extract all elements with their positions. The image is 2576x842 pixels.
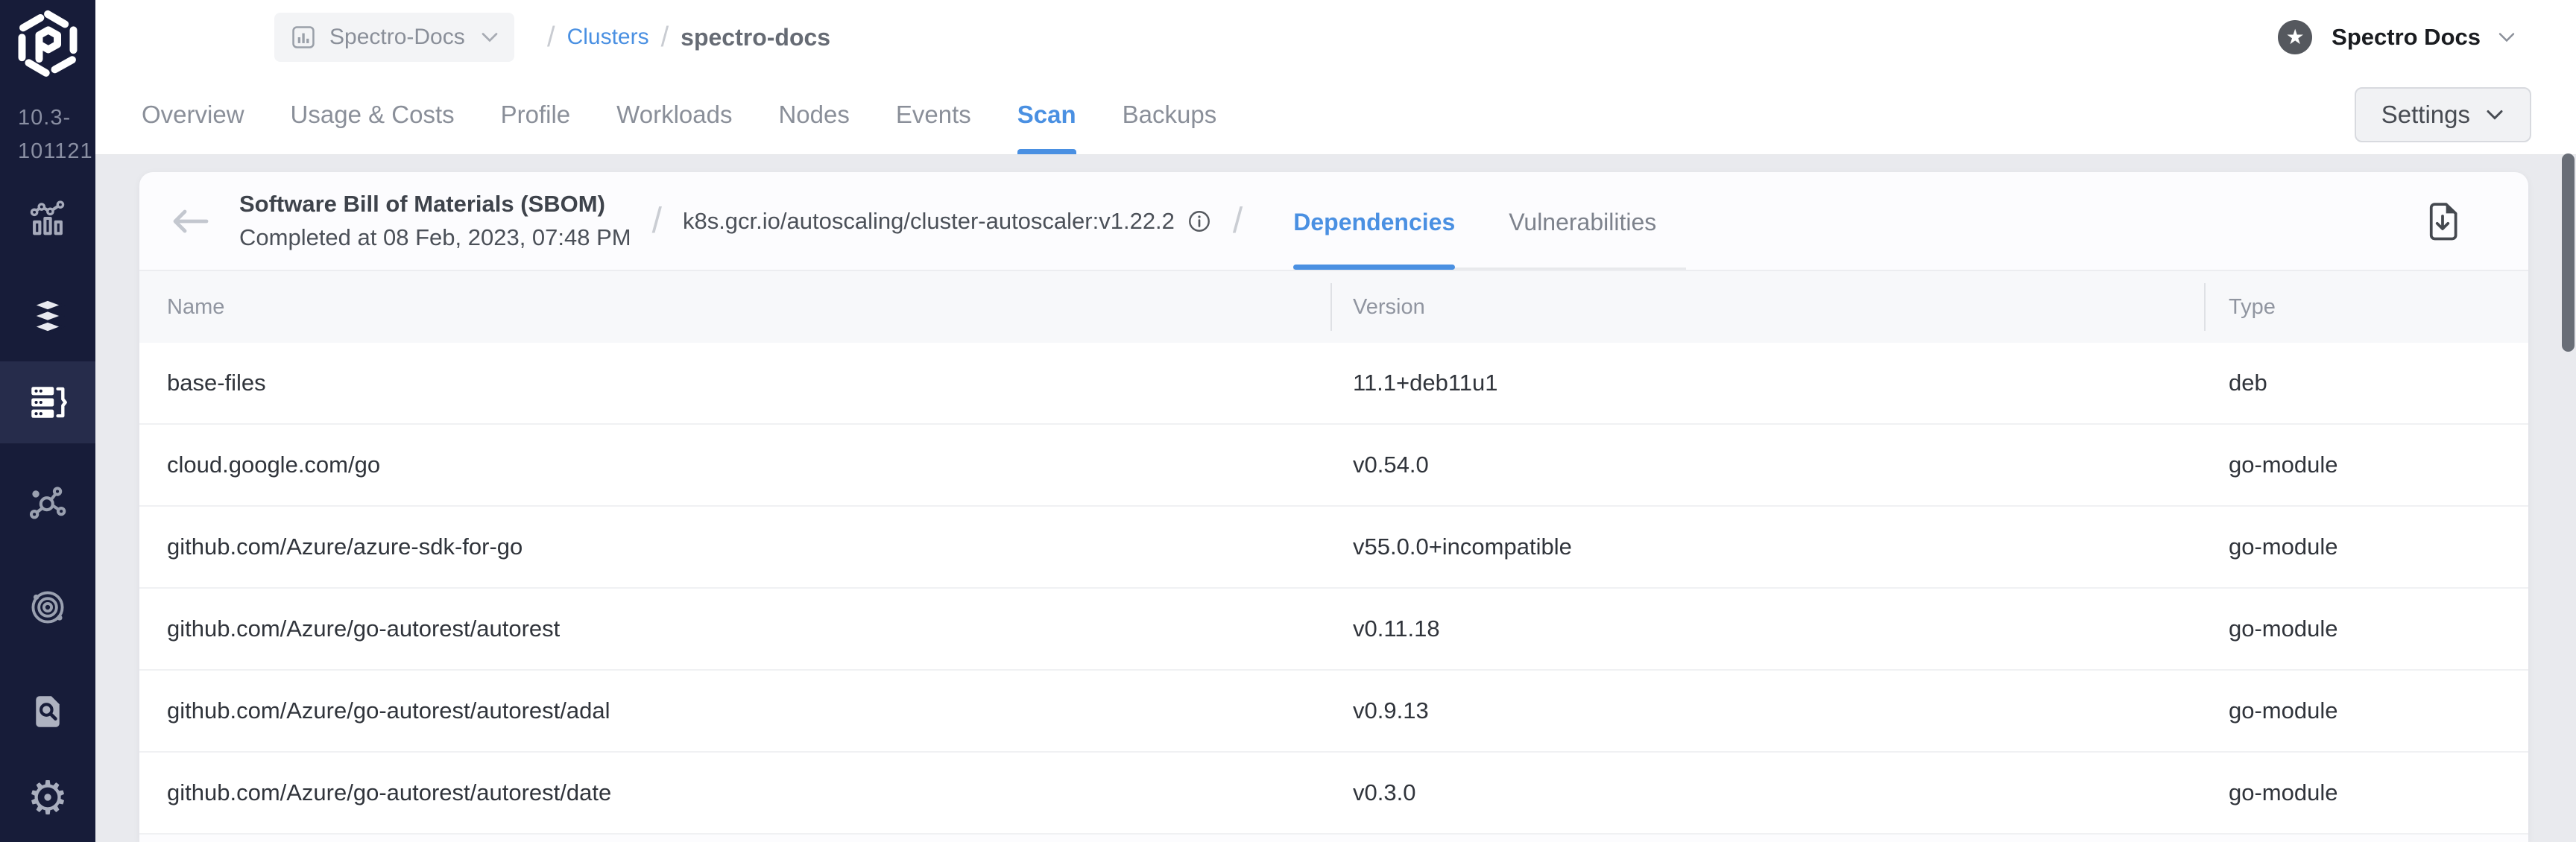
star-icon: ★: [2285, 25, 2305, 49]
image-reference: k8s.gcr.io/autoscaling/cluster-autoscale…: [683, 208, 1212, 235]
header-separator: /: [1232, 201, 1243, 241]
dependency-version: v0.54.0: [1353, 452, 1429, 478]
palette-version: 10.3- 101121: [18, 106, 93, 163]
dependency-name: base-files: [167, 370, 266, 396]
project-selector[interactable]: Spectro-Docs: [274, 13, 514, 62]
sbom-title: Software Bill of Materials (SBOM): [239, 190, 605, 217]
download-report-icon[interactable]: [2425, 201, 2460, 241]
breadcrumb-current-cluster: spectro-docs: [681, 23, 831, 51]
sbom-card: Software Bill of Materials (SBOM) Comple…: [139, 172, 2528, 842]
sidebar: 10.3- 101121 ⚙: [0, 0, 95, 842]
column-header-type: Type: [2204, 271, 2528, 343]
tab-overview[interactable]: Overview: [142, 75, 244, 154]
orbit-icon: [31, 591, 64, 624]
topbar: Spectro-Docs / Clusters / spectro-docs ★…: [95, 0, 2576, 75]
sidebar-item-registries[interactable]: [0, 566, 95, 648]
tab-events[interactable]: Events: [896, 75, 971, 154]
table-header: Name Version Type: [139, 271, 2528, 343]
breadcrumb-separator: /: [660, 21, 669, 53]
network-nodes-icon: [29, 487, 66, 519]
gear-icon: ⚙: [27, 770, 69, 825]
avatar: ★: [2278, 20, 2313, 54]
table-row[interactable]: github.com/Azure/go-autorest/autorest v0…: [139, 589, 2528, 671]
vertical-scrollbar-thumb[interactable]: [2562, 153, 2575, 352]
dependency-type: go-module: [2229, 615, 2338, 642]
dependency-version: 11.1+deb11u1: [1353, 370, 1498, 396]
tab-backups[interactable]: Backups: [1123, 75, 1217, 154]
sidebar-item-profiles[interactable]: [0, 276, 95, 358]
sidebar-item-settings[interactable]: ⚙: [0, 757, 95, 839]
project-selector-label: Spectro-Docs: [329, 25, 465, 49]
dependency-type: go-module: [2229, 779, 2338, 805]
tab-profile[interactable]: Profile: [501, 75, 571, 154]
tenant-menu[interactable]: ★ Spectro Docs: [2278, 20, 2516, 54]
breadcrumb-separator: /: [547, 21, 555, 53]
sbom-card-header: Software Bill of Materials (SBOM) Comple…: [139, 172, 2528, 271]
table-row[interactable]: github.com/Azure/azure-sdk-for-go v55.0.…: [139, 507, 2528, 589]
dependency-name: github.com/Azure/go-autorest/autorest/da…: [167, 779, 612, 805]
dependency-version: v0.3.0: [1353, 779, 1416, 805]
table-body: base-files 11.1+deb11u1 deb cloud.google…: [139, 343, 2528, 835]
dependency-type: deb: [2229, 370, 2267, 396]
sbom-completed-at: Completed at 08 Feb, 2023, 07:48 PM: [239, 224, 631, 250]
tenant-menu-label: Spectro Docs: [2332, 24, 2481, 50]
dependency-version: v55.0.0+incompatible: [1353, 534, 1572, 560]
cluster-tabbar: Overview Usage & Costs Profile Workloads…: [95, 75, 2576, 155]
column-header-name: Name: [167, 294, 225, 319]
cluster-tabs: Overview Usage & Costs Profile Workloads…: [142, 75, 1216, 154]
chevron-down-icon: [2487, 110, 2503, 120]
tab-usage-costs[interactable]: Usage & Costs: [291, 75, 455, 154]
sbom-title-block: Software Bill of Materials (SBOM) Comple…: [239, 188, 631, 255]
bar-chart-icon: [292, 26, 315, 48]
settings-button[interactable]: Settings: [2354, 86, 2531, 142]
tab-scan[interactable]: Scan: [1017, 75, 1076, 154]
dependency-type: go-module: [2229, 452, 2338, 478]
breadcrumb: / Clusters / spectro-docs: [535, 22, 830, 54]
stacked-layers-icon: [30, 298, 66, 334]
server-list-icon: [31, 387, 67, 418]
header-separator: /: [651, 201, 662, 241]
sidebar-item-monitoring[interactable]: [0, 177, 95, 259]
sidebar-item-audit-logs[interactable]: [0, 671, 95, 753]
table-row[interactable]: base-files 11.1+deb11u1 deb: [139, 343, 2528, 425]
chart-pulse-icon: [30, 200, 65, 235]
back-arrow-icon[interactable]: [171, 209, 209, 234]
dependency-name: github.com/Azure/azure-sdk-for-go: [167, 534, 523, 560]
table-row[interactable]: github.com/Azure/go-autorest/autorest/da…: [139, 753, 2528, 835]
dependency-version: v0.11.18: [1353, 615, 1440, 642]
tab-nodes[interactable]: Nodes: [778, 75, 849, 154]
palette-logo-icon: [18, 10, 78, 77]
table-row[interactable]: cloud.google.com/go v0.54.0 go-module: [139, 425, 2528, 507]
dependency-name: github.com/Azure/go-autorest/autorest: [167, 615, 561, 642]
tab-dependencies[interactable]: Dependencies: [1293, 177, 1455, 270]
breadcrumb-clusters-link[interactable]: Clusters: [567, 25, 649, 50]
image-name: k8s.gcr.io/autoscaling/cluster-autoscale…: [682, 207, 1175, 234]
table-row[interactable]: github.com/Azure/go-autorest/autorest/ad…: [139, 671, 2528, 753]
dependency-type: go-module: [2229, 697, 2338, 724]
column-header-version: Version: [1330, 271, 2204, 343]
dependency-type: go-module: [2229, 534, 2338, 560]
scan-result-tabs: Dependencies Vulnerabilities: [1293, 177, 1687, 270]
chevron-down-icon: [2498, 33, 2515, 42]
tab-workloads[interactable]: Workloads: [616, 75, 732, 154]
settings-button-label: Settings: [2381, 100, 2470, 128]
dependency-name: github.com/Azure/go-autorest/autorest/ad…: [167, 697, 610, 724]
chevron-down-icon: [482, 33, 498, 42]
sidebar-item-clusters[interactable]: [0, 361, 95, 443]
sidebar-item-workspaces[interactable]: [0, 462, 95, 544]
tab-vulnerabilities[interactable]: Vulnerabilities: [1509, 177, 1656, 268]
info-icon[interactable]: [1187, 209, 1212, 234]
document-search-icon: [36, 696, 60, 727]
dependency-version: v0.9.13: [1353, 697, 1429, 724]
dependency-name: cloud.google.com/go: [167, 452, 381, 478]
scan-content: Software Bill of Materials (SBOM) Comple…: [95, 155, 2576, 842]
